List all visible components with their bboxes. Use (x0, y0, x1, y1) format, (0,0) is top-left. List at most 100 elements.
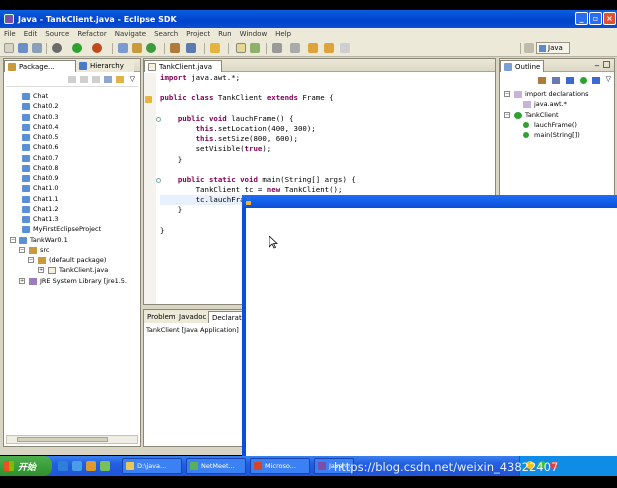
menu-project[interactable]: Project (186, 30, 210, 38)
outline-item[interactable]: − TankClient (503, 110, 612, 120)
tab-tankclient-java[interactable]: TankClient.java (144, 60, 222, 72)
tab-package-explorer[interactable]: Package... (4, 60, 76, 72)
close-button[interactable]: × (603, 12, 616, 25)
quicklaunch-app-icon[interactable] (100, 461, 110, 471)
back-nav-icon[interactable] (68, 76, 76, 83)
tree-item[interactable]: Chat0.2 (8, 101, 138, 111)
next-annotation-icon[interactable] (272, 43, 282, 53)
tree-item[interactable]: + TankClient.java (8, 265, 138, 275)
tree-item[interactable]: − (default package) (8, 255, 138, 265)
print-icon[interactable] (32, 43, 42, 53)
tab-declaration[interactable]: Declarati (208, 311, 244, 323)
tree-item[interactable]: Chat1.3 (8, 214, 138, 224)
new-java-project-icon[interactable] (118, 43, 128, 53)
edit-icon[interactable] (236, 43, 246, 53)
sort-icon[interactable] (538, 77, 546, 84)
task-netmeeting[interactable]: NetMeet... (186, 458, 246, 474)
menu-file[interactable]: File (4, 30, 16, 38)
forward-icon[interactable] (340, 43, 350, 53)
menu-source[interactable]: Source (45, 30, 69, 38)
quicklaunch-ie-icon[interactable] (58, 461, 68, 471)
view-menu-icon[interactable]: ▽ (606, 75, 611, 83)
menu-navigate[interactable]: Navigate (115, 30, 146, 38)
tree-item[interactable]: Chat0.6 (8, 142, 138, 152)
minimize-view-icon[interactable]: − (594, 62, 600, 70)
maximize-button[interactable]: ▫ (589, 12, 602, 25)
quicklaunch-media-icon[interactable] (86, 461, 96, 471)
run-icon[interactable] (72, 43, 82, 53)
forward-nav-icon[interactable] (80, 76, 88, 83)
java-perspective-button[interactable]: Java (536, 42, 570, 54)
back-icon[interactable] (324, 43, 334, 53)
tree-item[interactable]: Chat0.5 (8, 132, 138, 142)
hide-nonpublic-icon[interactable] (580, 77, 587, 84)
horizontal-scrollbar[interactable] (6, 435, 138, 444)
search-icon[interactable] (186, 43, 196, 53)
hide-fields-icon[interactable] (552, 77, 560, 84)
tree-item[interactable]: − src (8, 245, 138, 255)
menu-run[interactable]: Run (218, 30, 231, 38)
collapse-toggle-icon[interactable]: − (504, 111, 510, 118)
tree-item[interactable]: MyFirstEclipseProject (8, 224, 138, 234)
tree-item[interactable]: Chat1.0 (8, 183, 138, 193)
tree-item[interactable]: Chat (8, 91, 138, 101)
collapse-toggle-icon[interactable]: − (28, 257, 34, 263)
tankclient-frame-window[interactable] (242, 195, 617, 460)
link-with-editor-icon[interactable] (116, 76, 124, 83)
save-icon[interactable] (18, 43, 28, 53)
collapse-toggle-icon[interactable]: − (504, 91, 510, 97)
open-perspective-icon[interactable] (524, 43, 534, 53)
menu-edit[interactable]: Edit (24, 30, 38, 38)
hide-static-icon[interactable] (566, 77, 574, 84)
open-folder-icon[interactable] (210, 43, 220, 53)
last-edit-icon[interactable] (308, 43, 318, 53)
tab-javadoc[interactable]: Javadoc (176, 311, 208, 323)
tree-item[interactable]: + JRE System Library [jre1.5. (8, 276, 138, 286)
menu-help[interactable]: Help (275, 30, 291, 38)
new-package-icon[interactable] (132, 43, 142, 53)
start-button[interactable]: 开始 (0, 456, 52, 476)
tab-hierarchy[interactable]: Hierarchy (76, 60, 134, 72)
tree-item[interactable]: Chat0.3 (8, 112, 138, 122)
debug-icon[interactable] (52, 43, 62, 53)
minimize-button[interactable]: _ (575, 12, 588, 25)
outline-item[interactable]: lauchFrame() (503, 120, 612, 130)
view-menu-icon[interactable]: ▽ (130, 75, 135, 83)
frame-titlebar[interactable] (242, 195, 617, 208)
tab-outline[interactable]: Outline (500, 60, 544, 72)
tree-item[interactable]: Chat0.8 (8, 163, 138, 173)
new-icon[interactable] (4, 43, 14, 53)
tree-item[interactable]: Chat0.7 (8, 153, 138, 163)
tree-item[interactable]: Chat1.1 (8, 194, 138, 204)
tree-item[interactable]: Chat0.9 (8, 173, 138, 183)
external-tools-icon[interactable] (92, 43, 102, 53)
open-type-icon[interactable] (170, 43, 180, 53)
expand-toggle-icon[interactable]: + (38, 267, 44, 274)
tree-item[interactable]: Chat1.2 (8, 204, 138, 214)
task-explorer[interactable]: D:\java... (122, 458, 182, 474)
tab-problems[interactable]: Problems (144, 311, 179, 323)
task-microsoft[interactable]: Microso... (250, 458, 310, 474)
outline-item[interactable]: java.awt.* (503, 99, 612, 109)
tree-item[interactable]: − TankWar0.1 (8, 235, 138, 245)
quicklaunch-desktop-icon[interactable] (72, 461, 82, 471)
hide-local-types-icon[interactable] (592, 77, 600, 84)
up-nav-icon[interactable] (92, 76, 100, 83)
menu-search[interactable]: Search (154, 30, 178, 38)
outline-item[interactable]: main(String[]) (503, 130, 612, 140)
expand-toggle-icon[interactable]: + (19, 277, 25, 284)
previous-annotation-icon[interactable] (290, 43, 300, 53)
collapse-toggle-icon[interactable]: − (19, 246, 25, 253)
scrollbar-thumb[interactable] (17, 437, 108, 442)
collapse-all-icon[interactable] (104, 76, 112, 83)
maximize-view-icon[interactable] (603, 61, 610, 68)
menu-refactor[interactable]: Refactor (77, 30, 106, 38)
new-class-icon[interactable] (146, 43, 156, 53)
window-titlebar[interactable]: Java - TankClient.java - Eclipse SDK _ ▫… (0, 10, 617, 28)
frame-canvas[interactable] (246, 208, 617, 460)
mark-occurrences-icon[interactable] (250, 43, 260, 53)
menu-window[interactable]: Window (240, 30, 268, 38)
outline-item[interactable]: − import declarations (503, 89, 612, 99)
collapse-toggle-icon[interactable]: − (10, 236, 16, 243)
tree-item[interactable]: Chat0.4 (8, 122, 138, 132)
